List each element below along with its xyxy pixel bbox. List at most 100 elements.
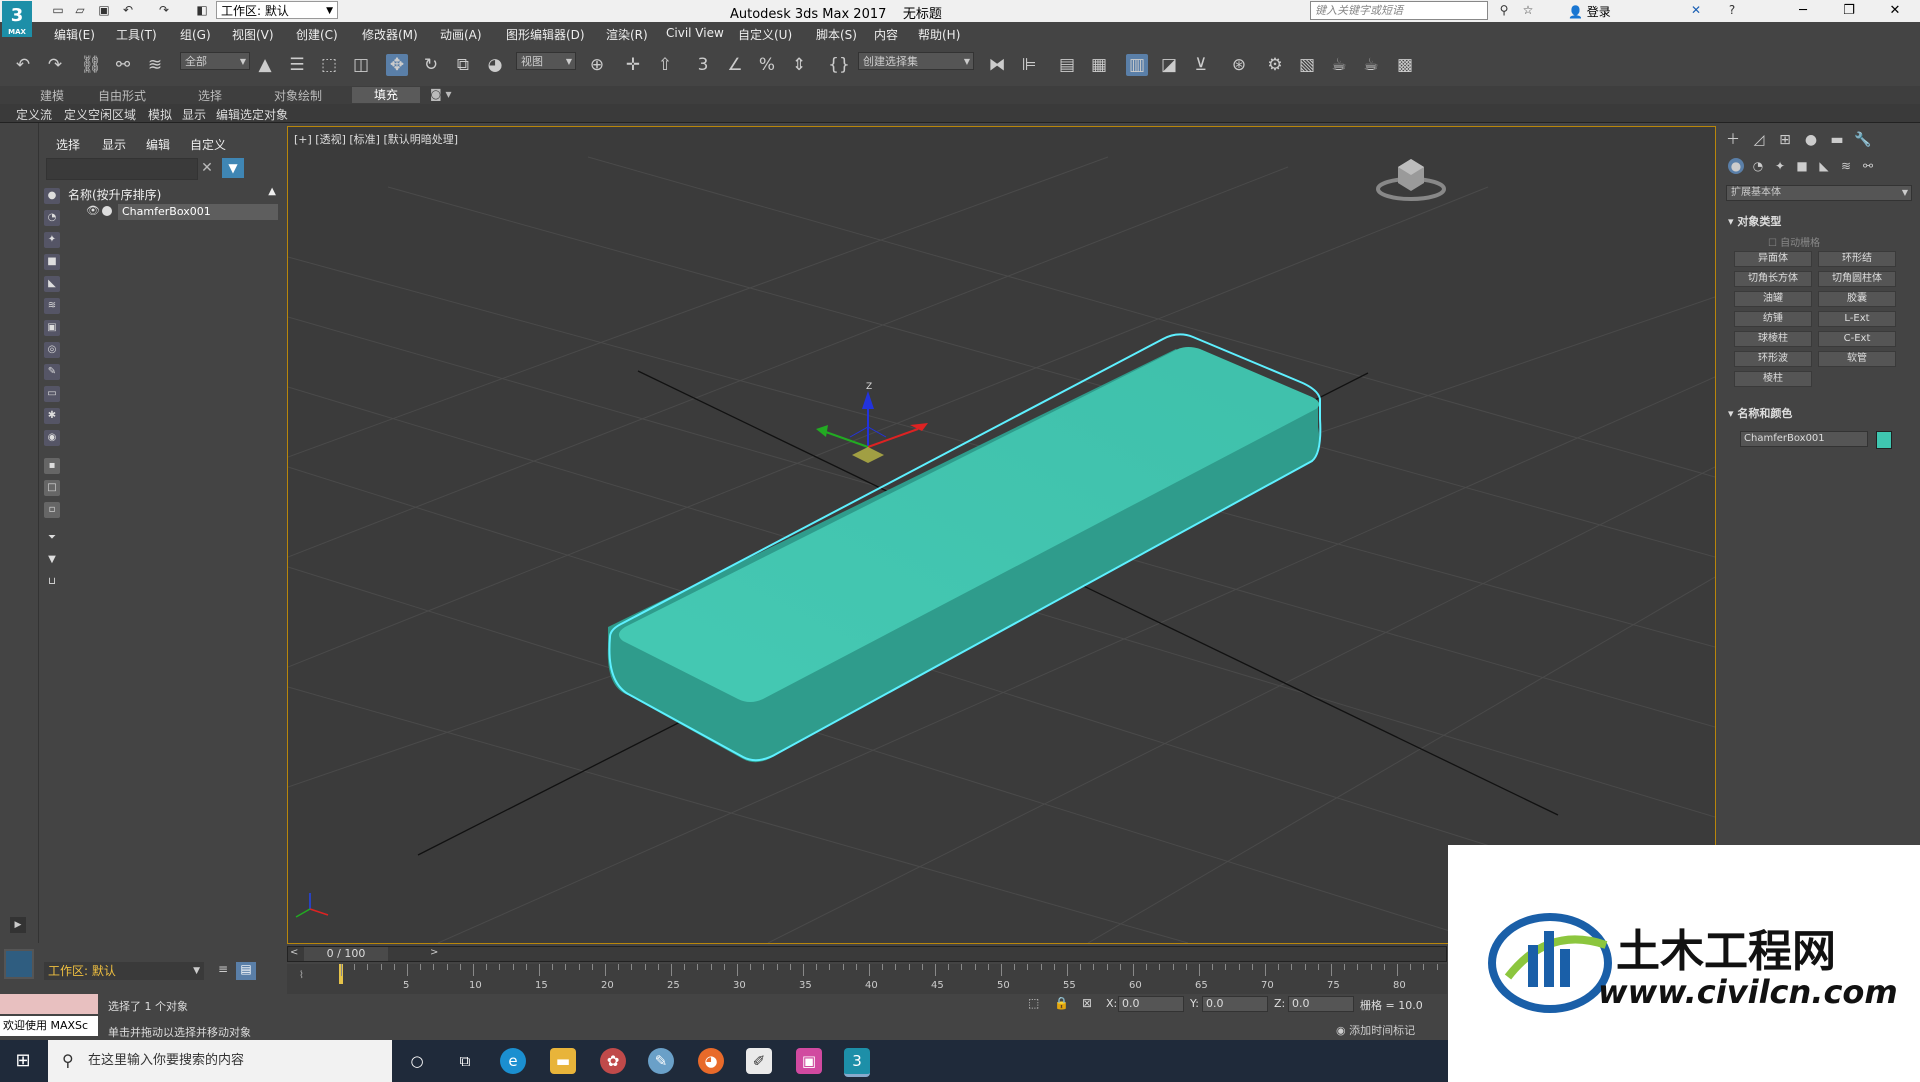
app-logo[interactable]: 3 MAX [2, 1, 32, 37]
tab-populate[interactable]: 填充 [352, 87, 420, 103]
ringwave-button[interactable]: 环形波 [1734, 351, 1812, 367]
helpers-icon[interactable]: ◣ [1816, 158, 1832, 174]
mini-curve-icon[interactable]: ⌇ [299, 970, 304, 981]
undo-icon[interactable]: ↶ [12, 54, 34, 76]
scene-explorer-icon[interactable]: ▦ [1088, 54, 1110, 76]
notepad-icon[interactable]: ✐ [746, 1048, 772, 1074]
display-tab-icon[interactable]: ▬ [1828, 131, 1846, 149]
spindle-button[interactable]: 纺锤 [1734, 311, 1812, 327]
unlink-icon[interactable]: ⚯ [112, 54, 134, 76]
selection-filter-dropdown[interactable]: 全部 ▼ [180, 52, 250, 70]
track-bar[interactable]: ⌇ 5 10 15 20 25 30 35 40 45 50 55 60 65 70 75 80 [287, 964, 1447, 994]
time-slider-thumb[interactable]: 0 / 100 [304, 947, 388, 961]
project-icon[interactable]: ◧ [194, 2, 210, 18]
isolate-icon[interactable]: ⬚ [1028, 996, 1039, 1010]
file-explorer-icon[interactable]: ▬ [550, 1048, 576, 1074]
lock-icon[interactable]: 🔒 [1054, 996, 1069, 1010]
primitive-type-dropdown[interactable]: 扩展基本体 ▼ [1726, 185, 1912, 201]
menu-animation[interactable]: 动画(A) [440, 26, 482, 43]
keyboard-shortcut-icon[interactable]: ⇧ [654, 54, 676, 76]
define-flows-button[interactable]: 定义流 [16, 106, 52, 123]
tab-modeling[interactable]: 建模 [40, 87, 64, 104]
prev-frame-icon[interactable]: < [290, 947, 298, 958]
edge-icon[interactable]: e [500, 1048, 526, 1074]
chamfer-box-button[interactable]: 切角长方体 [1734, 271, 1812, 287]
render-iterative-icon[interactable]: ☕ [1360, 54, 1382, 76]
explorer-tab-customize[interactable]: 自定义 [190, 136, 226, 153]
explorer-tab-edit[interactable]: 编辑 [146, 136, 170, 153]
binoculars-icon[interactable]: ⚲ [1496, 2, 1512, 18]
login-button[interactable]: 👤 登录 [1568, 3, 1611, 20]
window-crossing-icon[interactable]: ◫ [350, 54, 372, 76]
menu-graph-editors[interactable]: 图形编辑器(D) [506, 26, 585, 43]
curve-editor-icon[interactable]: ◪ [1158, 54, 1180, 76]
align-icon[interactable]: ⊫ [1018, 54, 1040, 76]
l-ext-button[interactable]: L-Ext [1818, 311, 1896, 327]
redo-icon[interactable]: ↷ [156, 2, 172, 18]
favorites-icon[interactable]: ☆ [1520, 2, 1536, 18]
hierarchy-tab-icon[interactable]: ⊞ [1776, 131, 1794, 149]
x-coordinate-field[interactable]: 0.0 [1118, 996, 1184, 1012]
3dsmax-taskbar-icon[interactable]: 3 [844, 1048, 870, 1077]
tab-object-paint[interactable]: 对象绘制 [274, 87, 322, 104]
mirror-icon[interactable]: ⧓ [986, 54, 1008, 76]
perspective-viewport[interactable]: [+] [透视] [标准] [默认明暗处理] Z [287, 126, 1716, 944]
add-time-tag-button[interactable]: ◉ 添加时间标记 [1336, 1022, 1415, 1038]
menu-group[interactable]: 组(G) [180, 26, 211, 43]
restore-button[interactable]: ❐ [1826, 0, 1872, 22]
taskbar-search-input[interactable]: 在这里输入你要搜索的内容 [48, 1040, 392, 1082]
select-object-icon[interactable]: ▲ [254, 54, 276, 76]
spacewarps-icon[interactable]: ≋ [1838, 158, 1854, 174]
capsule-button[interactable]: 胶囊 [1818, 291, 1896, 307]
rect-selection-icon[interactable]: ⬚ [318, 54, 340, 76]
particles-filter-icon[interactable]: ✱ [44, 408, 60, 424]
minimize-button[interactable]: ─ [1780, 0, 1826, 22]
link-icon[interactable]: ⛓ [80, 54, 102, 76]
geometry-filter-icon[interactable]: ● [44, 188, 60, 204]
object-name-field[interactable]: ChamferBox001 [1740, 431, 1868, 447]
hidden-filter-icon[interactable]: ◉ [44, 430, 60, 446]
firefox-icon[interactable]: ◕ [698, 1048, 724, 1074]
place-icon[interactable]: ◕ [484, 54, 506, 76]
snaps-toggle-icon[interactable]: 3 [692, 54, 714, 76]
menu-edit[interactable]: 编辑(E) [54, 26, 95, 43]
task-view-icon[interactable]: ⧉ [452, 1048, 478, 1074]
modify-tab-icon[interactable]: ◿ [1750, 131, 1768, 149]
tab-selection[interactable]: 选择 [198, 87, 222, 104]
exchange-icon[interactable]: ✕ [1688, 2, 1704, 18]
shapes-icon[interactable]: ◔ [1750, 158, 1766, 174]
explorer-tab-select[interactable]: 选择 [56, 136, 80, 153]
workspace-dropdown[interactable]: 工作区: 默认 ▼ [216, 1, 338, 19]
open-file-icon[interactable]: ▱ [72, 2, 88, 18]
lock-toggle-icon[interactable]: ⊔ [44, 574, 60, 590]
select-move-icon[interactable]: ✥ [386, 54, 408, 76]
explorer-column-header[interactable]: 名称(按升序排序) ▲ [68, 186, 278, 202]
lights-filter-icon[interactable]: ✦ [44, 232, 60, 248]
oil-tank-button[interactable]: 油罐 [1734, 291, 1812, 307]
filter-toggle-icon[interactable]: ▼ [222, 158, 244, 178]
select-by-name-icon[interactable]: ☰ [286, 54, 308, 76]
layers-icon[interactable]: ≡ [214, 962, 232, 980]
app-icon-1[interactable]: ✿ [600, 1048, 626, 1074]
z-coordinate-field[interactable]: 0.0 [1288, 996, 1354, 1012]
utilities-tab-icon[interactable]: 🔧 [1854, 131, 1872, 149]
rendered-frame-icon[interactable]: ▧ [1296, 54, 1318, 76]
pivot-center-icon[interactable]: ⊕ [586, 54, 608, 76]
named-selection-dropdown[interactable]: 创建选择集 ▼ [858, 52, 974, 70]
display-all-icon[interactable]: ▪ [44, 458, 60, 474]
display-none-icon[interactable]: □ [44, 480, 60, 496]
object-type-rollout[interactable]: ▾ 对象类型 [1728, 213, 1781, 229]
viewcube-icon[interactable] [1376, 157, 1446, 201]
groups-filter-icon[interactable]: ▣ [44, 320, 60, 336]
hedra-button[interactable]: 异面体 [1734, 251, 1812, 267]
next-frame-icon[interactable]: > [430, 947, 438, 958]
start-icon[interactable]: ⊞ [12, 1050, 34, 1072]
cameras-filter-icon[interactable]: ■ [44, 254, 60, 270]
bones-filter-icon[interactable]: ✎ [44, 364, 60, 380]
new-file-icon[interactable]: ▭ [50, 2, 66, 18]
systems-icon[interactable]: ⚯ [1860, 158, 1876, 174]
material-editor-icon[interactable]: ⊛ [1228, 54, 1250, 76]
containers-filter-icon[interactable]: ▭ [44, 386, 60, 402]
display-button[interactable]: 显示 [182, 106, 206, 123]
funnel-icon[interactable]: ⏷ [44, 530, 60, 546]
